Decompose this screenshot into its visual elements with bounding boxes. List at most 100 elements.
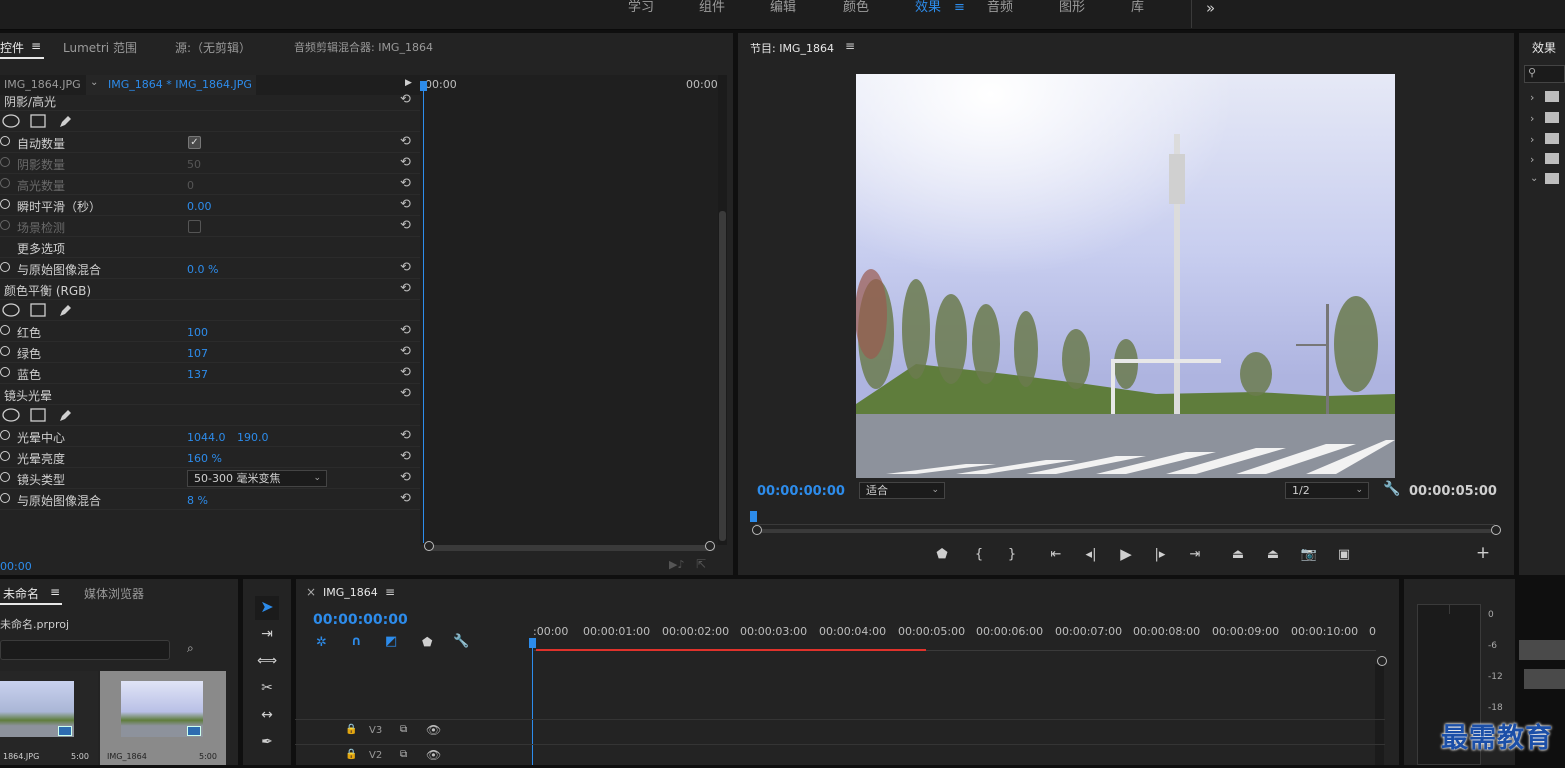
- param-blend-original-2[interactable]: 与原始图像混合 8 % ⟲: [0, 489, 420, 510]
- reset-icon[interactable]: ⟲: [400, 386, 411, 401]
- panel-menu-icon[interactable]: ≡: [50, 585, 60, 599]
- param-blue[interactable]: 蓝色 137 ⟲: [0, 363, 420, 384]
- stopwatch-icon[interactable]: [0, 262, 10, 272]
- timeline-timecode[interactable]: 00:00:00:00: [313, 612, 408, 628]
- rectangle-mask-icon[interactable]: [30, 303, 46, 317]
- reset-icon[interactable]: ⟲: [400, 134, 411, 149]
- project-item-selected[interactable]: IMG_1864 5:00: [100, 671, 226, 765]
- param-value[interactable]: 8 %: [187, 494, 208, 507]
- wrench-icon[interactable]: 🔧: [453, 634, 469, 649]
- reset-icon[interactable]: ⟲: [400, 365, 411, 380]
- program-title[interactable]: 节目: IMG_1864: [750, 40, 834, 56]
- play-icon[interactable]: ▶: [1118, 546, 1134, 562]
- effects-search-input[interactable]: ⚲: [1524, 65, 1565, 83]
- param-auto-amount[interactable]: 自动数量 ✓ ⟲: [0, 132, 420, 153]
- slip-tool-icon[interactable]: ↔: [255, 704, 279, 726]
- param-value[interactable]: 0.00: [187, 200, 212, 213]
- stopwatch-icon[interactable]: [0, 493, 10, 503]
- stopwatch-icon[interactable]: [0, 451, 10, 461]
- play-triangle-icon[interactable]: ▶: [405, 78, 412, 88]
- workspace-effects[interactable]: 效果: [915, 0, 941, 16]
- param-value[interactable]: 0.0 %: [187, 263, 218, 276]
- tab-media-browser[interactable]: 媒体浏览器: [84, 585, 144, 602]
- go-to-in-icon[interactable]: ⇤: [1046, 547, 1066, 563]
- playhead-line[interactable]: [423, 83, 424, 543]
- effect-row-lens-flare[interactable]: 镜头光晕 ⟲: [0, 384, 420, 405]
- pen-mask-icon[interactable]: [57, 302, 73, 318]
- vertical-scrollbar[interactable]: [718, 75, 727, 545]
- reset-icon[interactable]: ⟲: [400, 323, 411, 338]
- param-value[interactable]: 107: [187, 347, 208, 360]
- sync-lock-icon[interactable]: ⧉: [400, 749, 407, 760]
- auto-amount-checkbox[interactable]: ✓: [188, 136, 201, 149]
- more-workspaces-icon[interactable]: »: [1206, 0, 1215, 16]
- workspace-graphics[interactable]: 图形: [1059, 0, 1085, 16]
- param-value-y[interactable]: 190.0: [237, 431, 269, 444]
- reset-icon[interactable]: ⟲: [400, 176, 411, 191]
- pen-tool-icon[interactable]: ✒: [255, 731, 279, 753]
- reset-icon[interactable]: ⟲: [400, 449, 411, 464]
- close-icon[interactable]: ×: [306, 585, 316, 599]
- effect-row-color-balance[interactable]: 颜色平衡 (RGB) ⟲: [0, 279, 420, 300]
- reset-icon[interactable]: ⟲: [400, 260, 411, 275]
- panel-menu-icon[interactable]: ≡: [385, 585, 395, 599]
- param-value[interactable]: 160 %: [187, 452, 222, 465]
- pen-mask-icon[interactable]: [57, 407, 73, 423]
- export-icon[interactable]: ⇱: [696, 557, 706, 571]
- param-green[interactable]: 绿色 107 ⟲: [0, 342, 420, 363]
- reset-icon[interactable]: ⟲: [400, 155, 411, 170]
- sync-lock-icon[interactable]: ⧉: [400, 724, 407, 735]
- scroll-handle[interactable]: [1377, 656, 1387, 666]
- reset-icon[interactable]: ⟲: [400, 491, 411, 506]
- selected-effect-highlight[interactable]: [1519, 640, 1565, 660]
- param-lens-type[interactable]: 镜头类型 50-300 毫米变焦 ⌄ ⟲: [0, 468, 420, 489]
- folder-icon[interactable]: [1545, 173, 1559, 184]
- tab-source[interactable]: 源:（无剪辑）: [175, 39, 251, 56]
- mark-in-icon[interactable]: {: [971, 547, 987, 563]
- lens-type-dropdown[interactable]: 50-300 毫米变焦 ⌄: [187, 470, 327, 487]
- export-frame-camera-icon[interactable]: 📷: [1299, 547, 1319, 563]
- razor-tool-icon[interactable]: ✂: [255, 677, 279, 699]
- reset-icon[interactable]: ⟲: [400, 281, 411, 296]
- go-to-out-icon[interactable]: ⇥: [1185, 547, 1205, 563]
- track-v2[interactable]: 🔒 V2 ⧉ 👁: [295, 744, 1385, 768]
- workspace-menu-icon[interactable]: ≡: [954, 0, 965, 16]
- resolution-dropdown[interactable]: 1/2 ⌄: [1285, 482, 1369, 499]
- folder-icon[interactable]: [1545, 133, 1559, 144]
- reset-icon[interactable]: ⟲: [400, 428, 411, 443]
- workspace-audio[interactable]: 音频: [987, 0, 1013, 16]
- eye-icon[interactable]: 👁: [426, 748, 441, 762]
- chevron-right-icon[interactable]: ›: [1530, 91, 1534, 104]
- workspace-editing[interactable]: 编辑: [770, 0, 796, 16]
- wrench-icon[interactable]: 🔧: [1383, 481, 1400, 497]
- effect-row-shadow-highlight[interactable]: 阴影/高光 ⟲: [0, 90, 420, 111]
- scrub-ruler[interactable]: [755, 513, 1495, 525]
- add-button-icon[interactable]: +: [1475, 545, 1491, 562]
- tab-audio-clip-mixer[interactable]: 音频剪辑混合器: IMG_1864: [294, 39, 433, 55]
- folder-icon[interactable]: [1545, 112, 1559, 123]
- step-back-icon[interactable]: ◂|: [1083, 547, 1099, 563]
- stopwatch-icon[interactable]: [0, 199, 10, 209]
- param-value[interactable]: 100: [187, 326, 208, 339]
- tab-effects[interactable]: 效果: [1532, 39, 1556, 56]
- add-marker-icon[interactable]: ⬟: [422, 635, 432, 649]
- workspace-libraries[interactable]: 库: [1131, 0, 1144, 16]
- snap-magnet-icon[interactable]: ∩: [351, 634, 362, 649]
- fit-dropdown[interactable]: 适合 ⌄: [859, 482, 945, 499]
- stopwatch-icon[interactable]: [0, 472, 10, 482]
- rectangle-mask-icon[interactable]: [30, 408, 46, 422]
- program-current-timecode[interactable]: 00:00:00:00: [757, 484, 845, 499]
- current-time[interactable]: 00:00: [0, 560, 32, 573]
- workspace-learn[interactable]: 学习: [628, 0, 654, 16]
- tab-lumetri-scopes[interactable]: Lumetri 范围: [63, 39, 137, 56]
- param-more-options[interactable]: 更多选项: [0, 237, 420, 258]
- param-value[interactable]: 137: [187, 368, 208, 381]
- chevron-right-icon[interactable]: ›: [1530, 133, 1534, 146]
- project-item[interactable]: 1864.JPG 5:00: [0, 671, 98, 765]
- zoom-scrollbar[interactable]: [425, 545, 715, 551]
- param-value-x[interactable]: 1044.0: [187, 431, 226, 444]
- new-bin-search-icon[interactable]: ⌕: [187, 641, 194, 656]
- extract-icon[interactable]: ⏏: [1263, 547, 1283, 563]
- linked-selection-icon[interactable]: ◩: [385, 634, 397, 649]
- reset-icon[interactable]: ⟲: [400, 218, 411, 233]
